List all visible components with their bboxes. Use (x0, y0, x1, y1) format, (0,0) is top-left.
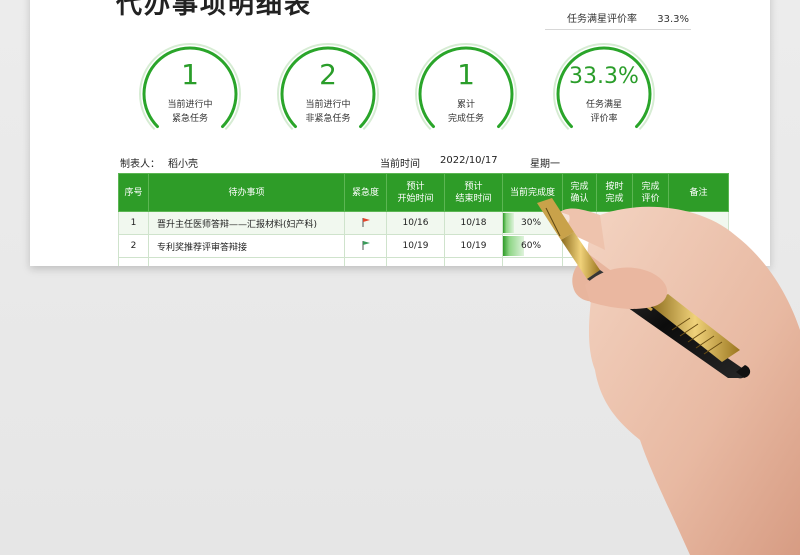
info-row: 制表人： 稻小壳 当前时间 2022/10/17 星期一 (118, 155, 718, 171)
flag-icon (362, 240, 370, 250)
maker-name: 稻小壳 (168, 159, 198, 170)
gauge-caption-line: 非紧急任务 (305, 114, 351, 124)
header-line: 评价 (641, 193, 660, 204)
gauge-caption-line: 评价率 (590, 114, 618, 124)
time-label: 当前时间 (380, 159, 420, 170)
flag-icon (362, 217, 370, 227)
cell-rating[interactable] (632, 257, 669, 266)
gauge-value: 33.3% (569, 64, 639, 89)
col-header-remark: 备注 (668, 173, 729, 212)
gauge-value: 1 (457, 58, 475, 91)
col-header-plan-start: 预计 开始时间 (386, 173, 445, 212)
cell-confirm[interactable] (562, 234, 597, 258)
summary-value: 33.3% (657, 14, 689, 25)
cell-urgency[interactable] (344, 211, 387, 235)
cell-remark[interactable] (668, 257, 729, 266)
cell-confirm[interactable] (562, 211, 597, 235)
cell-start[interactable]: 10/19 (386, 234, 445, 258)
col-header-rating: 完成 评价 (632, 173, 669, 212)
col-header-urgency: 紧急度 (344, 173, 387, 212)
cell-start[interactable]: 10/16 (386, 211, 445, 235)
cell-no[interactable]: 1 (118, 211, 149, 235)
stage: 代办事项明细表 累计完成任务 1 任务满星评价率 33.3% 1 当前进行中 紧… (0, 0, 800, 555)
current-date: 2022/10/17 (440, 155, 498, 166)
gauge-caption-line: 当前进行中 (167, 100, 213, 110)
gauge-ring (553, 43, 655, 131)
summary-key: 任务满星评价率 (567, 14, 637, 25)
page-title: 代办事项明细表 (116, 0, 313, 20)
weekday: 星期一 (530, 159, 560, 170)
summary-panel: 累计完成任务 1 任务满星评价率 33.3% (545, 0, 691, 30)
gauge-value: 1 (181, 58, 199, 91)
header-line: 开始时间 (397, 193, 434, 204)
cell-rating[interactable] (632, 211, 669, 235)
gauge-caption: 当前进行中 非紧急任务 (276, 98, 380, 126)
gauge-value: 2 (319, 58, 337, 91)
gauge-caption-line: 紧急任务 (171, 114, 208, 124)
progress-text: 60% (521, 241, 542, 251)
cell-ontime[interactable] (596, 234, 633, 258)
progress-text: 30% (521, 218, 542, 228)
cell-progress[interactable]: 30% (502, 211, 563, 235)
header-line: 结束时间 (455, 193, 492, 204)
header-line: 预计 (406, 181, 425, 192)
gauge-caption: 累计 完成任务 (414, 98, 518, 126)
cell-rating[interactable] (632, 234, 669, 258)
gauge-caption: 任务满星 评价率 (552, 98, 656, 126)
cell-end[interactable] (444, 257, 503, 266)
cell-ontime[interactable]: 否 (596, 211, 633, 235)
cell-task[interactable] (148, 257, 345, 266)
gauge-urgent: 1 当前进行中 紧急任务 (138, 42, 242, 146)
col-header-confirm: 完成 确认 (562, 173, 597, 212)
gauge-caption-line: 累计 (456, 100, 475, 110)
cell-task[interactable]: 专利奖推荐评审答辩接 (148, 234, 345, 258)
header-line: 完成 (605, 193, 624, 204)
header-line: 完成 (570, 181, 589, 192)
cell-end[interactable]: 10/18 (444, 211, 503, 235)
cell-urgency[interactable] (344, 234, 387, 258)
summary-row: 任务满星评价率 33.3% (545, 10, 691, 30)
table-row: 1 晋升主任医师答辩——汇报材料(妇产科) 10/16 10/18 30% 否 (118, 211, 729, 235)
gauge-caption-line: 完成任务 (447, 114, 484, 124)
gauge-caption-line: 当前进行中 (305, 100, 351, 110)
cell-end[interactable]: 10/19 (444, 234, 503, 258)
col-header-plan-end: 预计 结束时间 (444, 173, 503, 212)
cell-progress[interactable] (502, 257, 563, 266)
header-line: 按时 (605, 181, 624, 192)
gauge-nonurgent: 2 当前进行中 非紧急任务 (276, 42, 380, 146)
maker-label: 制表人： (120, 159, 160, 170)
cell-confirm[interactable] (562, 257, 597, 266)
cell-no[interactable]: 2 (118, 234, 149, 258)
header-line: 完成 (641, 181, 660, 192)
cell-ontime[interactable] (596, 257, 633, 266)
cell-task[interactable]: 晋升主任医师答辩——汇报材料(妇产科) (148, 211, 345, 235)
gauge-completed: 1 累计 完成任务 (414, 42, 518, 146)
table-row (118, 257, 729, 266)
table-header-row: 序号 待办事项 紧急度 预计 开始时间 预计 结束时间 当前完成度 完成 确认 按时完… (118, 173, 729, 212)
col-header-no: 序号 (118, 173, 149, 212)
spreadsheet-page: 代办事项明细表 累计完成任务 1 任务满星评价率 33.3% 1 当前进行中 紧… (30, 0, 770, 266)
gauge-caption-line: 任务满星 (585, 100, 622, 110)
col-header-task: 待办事项 (148, 173, 345, 212)
cell-urgency[interactable] (344, 257, 387, 266)
header-line: 确认 (570, 193, 589, 204)
cell-no[interactable] (118, 257, 149, 266)
gauge-rating: 33.3% 任务满星 评价率 (552, 42, 656, 146)
col-header-ontime: 按时 完成 (596, 173, 633, 212)
cell-start[interactable] (386, 257, 445, 266)
cell-progress[interactable]: 60% (502, 234, 563, 258)
cell-remark[interactable] (668, 234, 729, 258)
gauge-caption: 当前进行中 紧急任务 (138, 98, 242, 126)
table-row: 2 专利奖推荐评审答辩接 10/19 10/19 60% (118, 234, 729, 258)
todo-table: 序号 待办事项 紧急度 预计 开始时间 预计 结束时间 当前完成度 完成 确认 按时完… (118, 173, 729, 266)
col-header-progress: 当前完成度 (502, 173, 563, 212)
header-line: 预计 (464, 181, 483, 192)
cell-remark[interactable] (668, 211, 729, 235)
